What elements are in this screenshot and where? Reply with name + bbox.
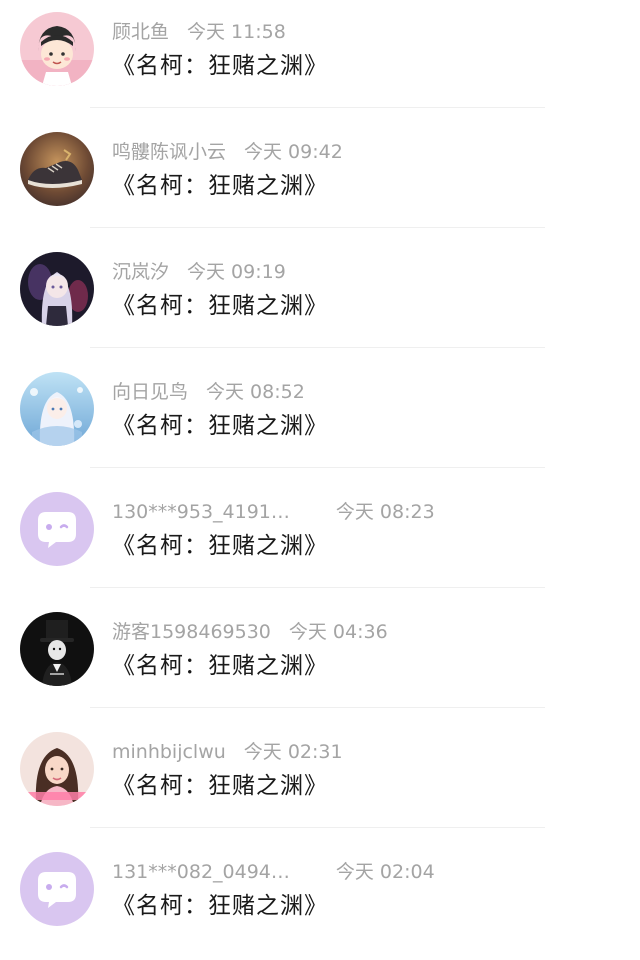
divider (90, 107, 545, 108)
comment-meta: 沉岚汐 今天 09:19 (112, 259, 286, 285)
timestamp: 今天 04:36 (288, 621, 388, 643)
divider (90, 347, 545, 348)
comment-item[interactable]: 向日见鸟 今天 08:52 《名柯：狂赌之渊》 (0, 360, 640, 480)
comment-text: 《名柯：狂赌之渊》 (112, 773, 328, 799)
timestamp: 今天 09:19 (187, 261, 286, 283)
comment-item[interactable]: 130***953_4191… 今天 08:23 《名柯：狂赌之渊》 (0, 480, 640, 600)
username[interactable]: 鸣髏陈讽小云 (112, 139, 226, 165)
comment-meta: 游客1598469530 今天 04:36 (112, 619, 388, 645)
comment-meta: 131***082_0494… 今天 02:04 (112, 859, 435, 885)
comment-text: 《名柯：狂赌之渊》 (112, 533, 328, 559)
anime-girl-blue-avatar-icon[interactable] (20, 372, 94, 446)
timestamp: 今天 08:52 (206, 381, 305, 403)
anime-girl-dark-avatar-icon[interactable] (20, 252, 94, 326)
comment-meta: 向日见鸟 今天 08:52 (112, 379, 305, 405)
username[interactable]: 沉岚汐 (112, 259, 169, 285)
divider (90, 587, 545, 588)
username[interactable]: minhbijclwu (112, 739, 226, 765)
cartoon-girl-avatar-icon[interactable] (20, 12, 94, 86)
comment-item[interactable]: 沉岚汐 今天 09:19 《名柯：狂赌之渊》 (0, 240, 640, 360)
default-chat-bubble-avatar-icon[interactable] (20, 852, 94, 926)
comment-item[interactable]: 游客1598469530 今天 04:36 《名柯：狂赌之渊》 (0, 600, 640, 720)
divider (90, 467, 545, 468)
timestamp: 今天 11:58 (187, 21, 286, 43)
comment-item[interactable]: 顾北鱼 今天 11:58 《名柯：狂赌之渊》 (0, 0, 640, 120)
username[interactable]: 游客1598469530 (112, 619, 271, 645)
divider (90, 707, 545, 708)
comment-text: 《名柯：狂赌之渊》 (112, 653, 328, 679)
username[interactable]: 131***082_0494… (112, 859, 290, 885)
timestamp: 今天 08:23 (335, 501, 435, 523)
comment-text: 《名柯：狂赌之渊》 (112, 413, 328, 439)
top-hat-figure-avatar-icon[interactable] (20, 612, 94, 686)
timestamp: 今天 02:04 (335, 861, 435, 883)
username[interactable]: 130***953_4191… (112, 499, 290, 525)
sneaker-photo-avatar-icon[interactable] (20, 132, 94, 206)
comment-text: 《名柯：狂赌之渊》 (112, 53, 328, 79)
username[interactable]: 顾北鱼 (112, 19, 169, 45)
comment-meta: 130***953_4191… 今天 08:23 (112, 499, 435, 525)
divider (90, 827, 545, 828)
comment-item[interactable]: minhbijclwu 今天 02:31 《名柯：狂赌之渊》 (0, 720, 640, 840)
default-chat-bubble-avatar-icon[interactable] (20, 492, 94, 566)
timestamp: 今天 09:42 (244, 141, 343, 163)
comment-text: 《名柯：狂赌之渊》 (112, 293, 328, 319)
comment-item[interactable]: 鸣髏陈讽小云 今天 09:42 《名柯：狂赌之渊》 (0, 120, 640, 240)
comment-meta: 鸣髏陈讽小云 今天 09:42 (112, 139, 343, 165)
timestamp: 今天 02:31 (243, 741, 343, 763)
comment-meta: 顾北鱼 今天 11:58 (112, 19, 286, 45)
woman-photo-avatar-icon[interactable] (20, 732, 94, 806)
comment-text: 《名柯：狂赌之渊》 (112, 893, 328, 919)
comment-text: 《名柯：狂赌之渊》 (112, 173, 328, 199)
divider (90, 227, 545, 228)
comment-item[interactable]: 131***082_0494… 今天 02:04 《名柯：狂赌之渊》 (0, 840, 640, 960)
username[interactable]: 向日见鸟 (112, 379, 188, 405)
comment-list: 顾北鱼 今天 11:58 《名柯：狂赌之渊》 鸣髏陈讽小云 今天 09:42 《… (0, 0, 640, 960)
comment-meta: minhbijclwu 今天 02:31 (112, 739, 343, 765)
